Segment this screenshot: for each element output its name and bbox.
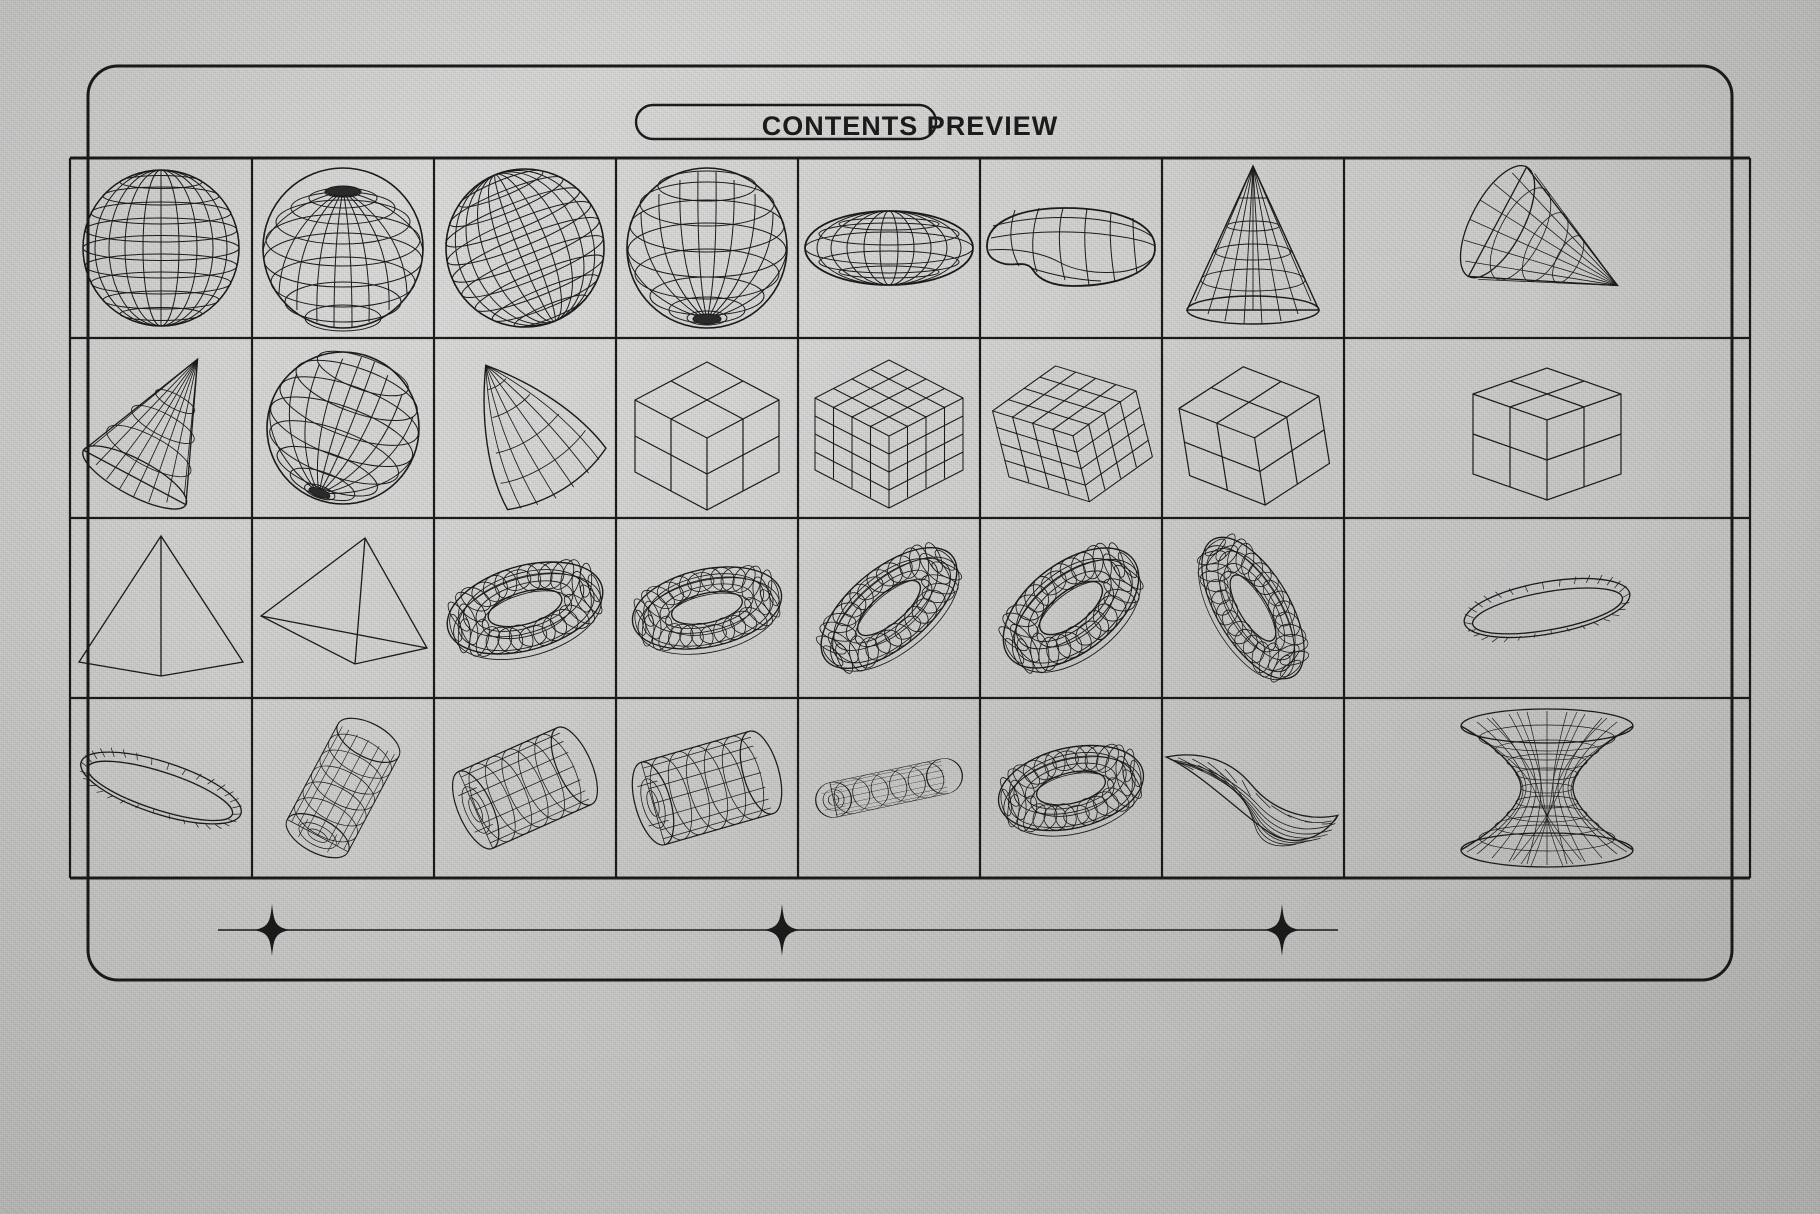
wireframe-dented-spheroid[interactable] xyxy=(986,207,1156,287)
sparkle-icon xyxy=(764,904,800,956)
sparkle-icon xyxy=(1264,904,1300,956)
wireframe-sphere-polar[interactable] xyxy=(262,167,424,332)
wireframe-cone-flared[interactable] xyxy=(435,333,616,524)
wireframe-cylinder-diagonal[interactable] xyxy=(279,709,406,867)
wireframe-cone-leaning[interactable] xyxy=(74,331,250,522)
wireframe-torus-upright[interactable] xyxy=(1170,506,1334,712)
wireframe-torus-d[interactable] xyxy=(965,513,1178,705)
wireframe-hyperbolic-saddle[interactable] xyxy=(1165,698,1345,885)
wireframe-torus-thin-tilted[interactable] xyxy=(65,712,257,866)
wireframe-torus-c[interactable] xyxy=(780,513,1000,705)
wireframe-cube-2x2-flat[interactable] xyxy=(1472,367,1622,501)
wireframe-sphere-front[interactable] xyxy=(82,169,240,327)
wireframe-hyperboloid[interactable] xyxy=(1460,708,1634,868)
sparkle-icon xyxy=(254,904,290,956)
wireframe-torus-squat[interactable] xyxy=(985,720,1158,859)
title-pill xyxy=(634,103,938,141)
wireframe-torus-b[interactable] xyxy=(619,544,795,675)
title-bar xyxy=(70,103,1750,160)
shape-cells xyxy=(65,144,1648,885)
footer-decoration xyxy=(218,904,1338,956)
wireframe-torus-a[interactable] xyxy=(435,542,616,677)
wireframe-cone-upright[interactable] xyxy=(1186,165,1320,325)
wireframe-sphere-funnel[interactable] xyxy=(245,331,441,525)
wireframe-cube-4x4-tilted[interactable] xyxy=(983,355,1162,513)
wireframe-sphere-vortex[interactable] xyxy=(626,167,788,329)
wireframe-cube-2x2[interactable] xyxy=(634,361,780,511)
wireframe-cylinder-wide[interactable] xyxy=(624,726,790,849)
wireframe-cylinder-slim[interactable] xyxy=(812,755,965,821)
wireframe-cube-2x2-tilted[interactable] xyxy=(1172,360,1336,512)
wireframe-sphere-tilted[interactable] xyxy=(421,144,629,352)
wireframe-tetrahedron[interactable] xyxy=(260,537,428,665)
wireframe-square-pyramid[interactable] xyxy=(78,535,244,677)
wireframe-cylinder-open[interactable] xyxy=(443,721,607,855)
wireframe-cone-tilted-right[interactable] xyxy=(1444,154,1648,341)
wireframe-torus-thin-flat[interactable] xyxy=(1459,567,1636,650)
wireframe-cube-4x4[interactable] xyxy=(814,359,964,509)
wireframe-oblate-spheroid[interactable] xyxy=(804,210,974,286)
poster-canvas xyxy=(0,0,1820,1214)
